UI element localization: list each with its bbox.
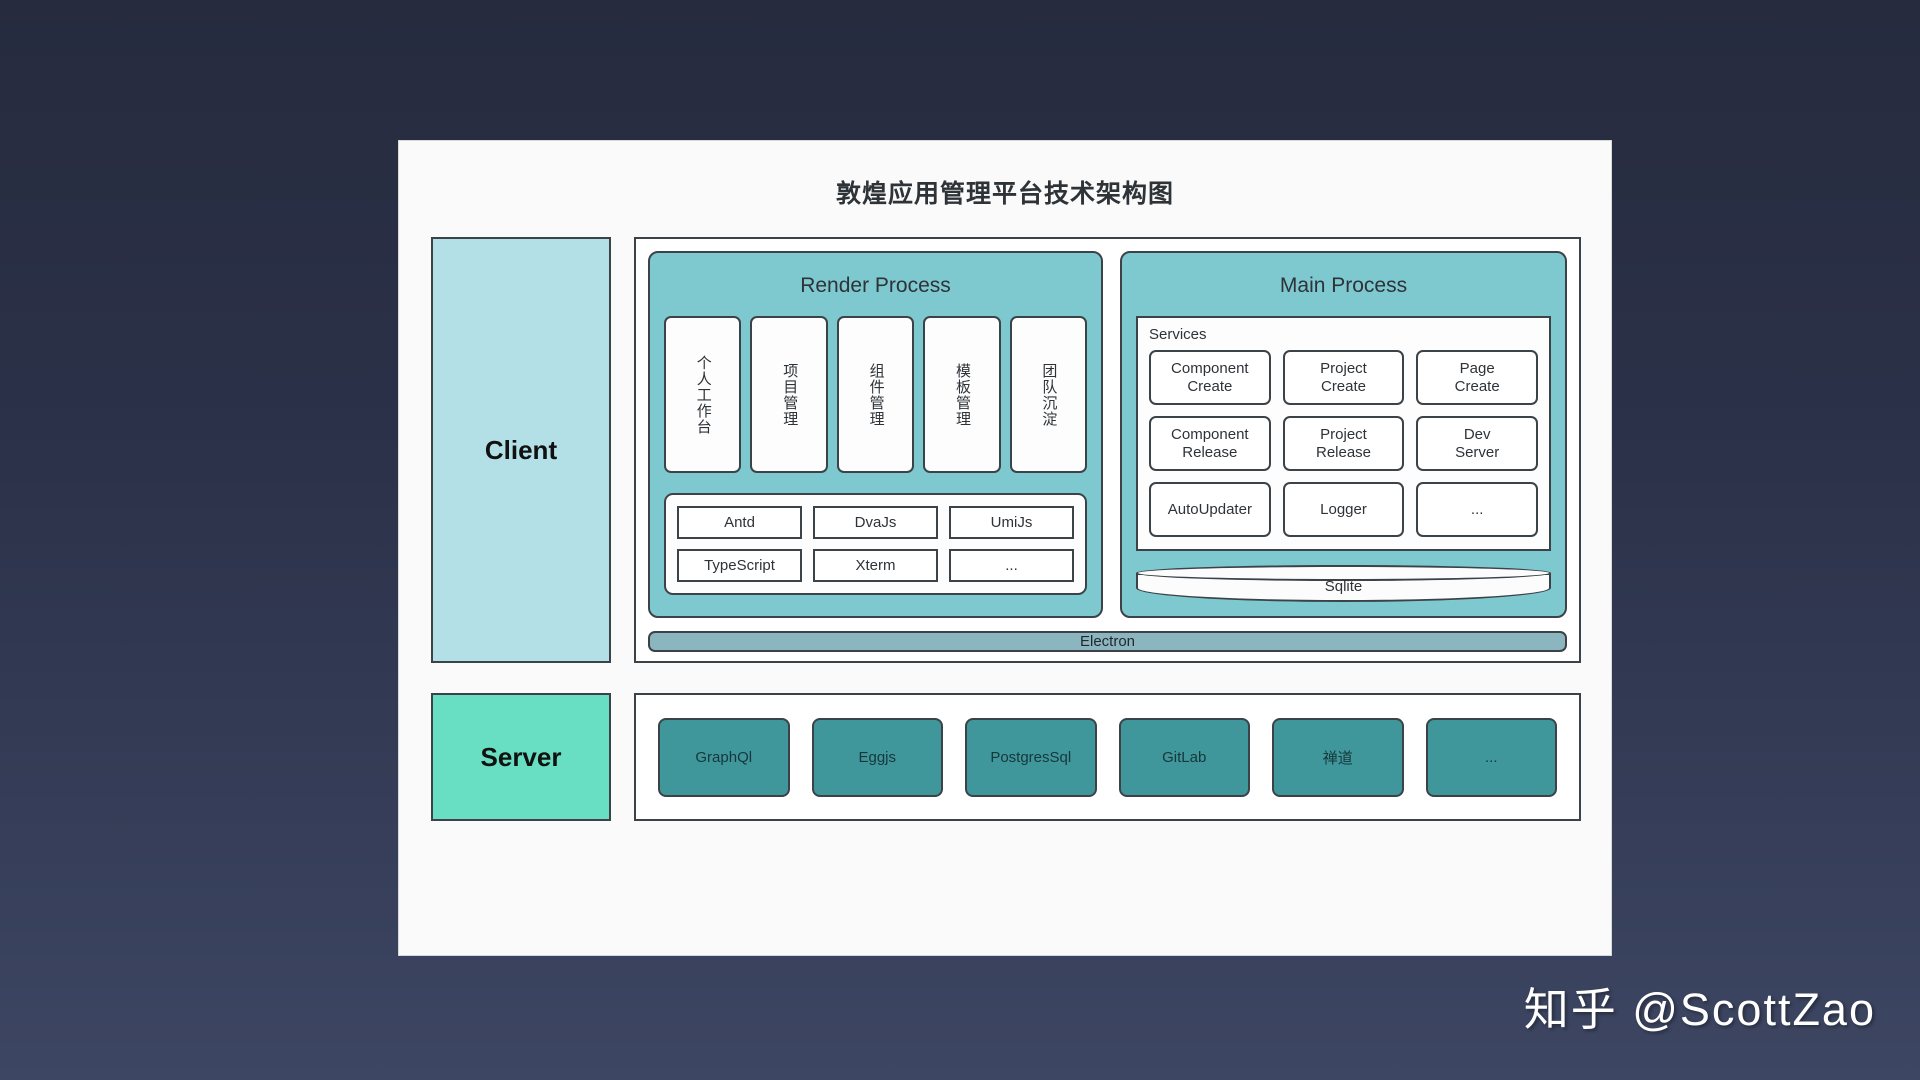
render-module-label: 组件管理 <box>867 362 885 427</box>
server-tech-tile[interactable]: ... <box>1425 717 1557 797</box>
diagram-card: 敦煌应用管理平台技术架构图 Client Render Process 个人工作… <box>398 140 1612 956</box>
client-layer-badge: Client <box>431 237 611 663</box>
server-layer-content: GraphQl Eggjs PostgresSql GitLab 禅道 ... <box>634 693 1581 821</box>
service-item[interactable]: Logger <box>1282 482 1405 537</box>
render-module-label: 团队沉淀 <box>1040 362 1058 427</box>
tech-chip[interactable]: UmiJs <box>949 506 1074 539</box>
tech-chip[interactable]: TypeScript <box>677 549 802 582</box>
render-module-list: 个人工作台 项目管理 组件管理 模板管理 团队沉淀 <box>664 316 1088 473</box>
service-item[interactable]: Project Release <box>1282 416 1405 471</box>
service-item[interactable]: ... <box>1416 482 1539 537</box>
server-layer-row: Server GraphQl Eggjs PostgresSql GitLab … <box>431 693 1581 821</box>
tech-chip[interactable]: Xterm <box>813 549 938 582</box>
service-item[interactable]: Page Create <box>1416 350 1539 405</box>
tech-chip[interactable]: DvaJs <box>813 506 938 539</box>
services-row: Component Release Project Release Dev Serve… <box>1149 416 1539 471</box>
services-group: Services Component Create Project Create P… <box>1136 316 1551 551</box>
render-process-panel: Render Process 个人工作台 项目管理 组件管理 模板管理 团队沉淀… <box>648 251 1103 618</box>
server-tech-tile[interactable]: PostgresSql <box>965 717 1097 797</box>
render-module-item[interactable]: 项目管理 <box>750 316 828 473</box>
client-layer-row: Client Render Process 个人工作台 项目管理 组件管理 模板… <box>431 237 1581 663</box>
database-label: Sqlite <box>1324 578 1363 595</box>
client-layer-label: Client <box>484 434 558 465</box>
server-tech-tile[interactable]: GitLab <box>1118 717 1250 797</box>
server-tech-tile[interactable]: GraphQl <box>658 717 790 797</box>
service-item[interactable]: Project Create <box>1282 350 1405 405</box>
render-module-item[interactable]: 团队沉淀 <box>1009 316 1088 473</box>
client-layer-content: Render Process 个人工作台 项目管理 组件管理 模板管理 团队沉淀… <box>634 237 1581 663</box>
watermark: 知乎 @ScottZao <box>1523 984 1876 1035</box>
render-process-title: Render Process <box>800 274 951 297</box>
server-tech-tile[interactable]: 禅道 <box>1272 717 1404 797</box>
services-row: AutoUpdater Logger ... <box>1149 482 1539 537</box>
render-module-item[interactable]: 模板管理 <box>923 316 1001 473</box>
services-group-label: Services <box>1149 326 1207 343</box>
tech-chip[interactable]: Antd <box>677 506 802 539</box>
render-module-label: 项目管理 <box>781 362 799 427</box>
render-module-label: 个人工作台 <box>694 354 712 435</box>
process-row: Render Process 个人工作台 项目管理 组件管理 模板管理 团队沉淀… <box>648 251 1567 618</box>
server-layer-badge: Server <box>431 693 611 821</box>
render-module-item[interactable]: 个人工作台 <box>664 316 742 473</box>
services-row: Component Create Project Create Page Create <box>1149 350 1539 405</box>
service-item[interactable]: Component Create <box>1149 350 1271 405</box>
tech-stack-row: TypeScript Xterm ... <box>677 549 1074 582</box>
service-item[interactable]: Dev Server <box>1416 416 1539 471</box>
render-module-item[interactable]: 组件管理 <box>836 316 915 473</box>
platform-label: Electron <box>1079 633 1136 650</box>
server-tech-tile[interactable]: Eggjs <box>811 717 943 797</box>
server-layer-label: Server <box>480 741 562 772</box>
render-module-label: 模板管理 <box>954 362 972 427</box>
service-item[interactable]: Component Release <box>1149 416 1271 471</box>
page-title: 敦煌应用管理平台技术架构图 <box>835 180 1174 208</box>
main-process-title: Main Process <box>1279 274 1408 297</box>
tech-chip[interactable]: ... <box>949 549 1074 582</box>
main-process-panel: Main Process Services Component Create Pr… <box>1120 251 1567 618</box>
service-item[interactable]: AutoUpdater <box>1149 482 1271 537</box>
platform-bar: Electron <box>648 631 1567 652</box>
database-cylinder-icon: Sqlite <box>1136 565 1551 602</box>
tech-stack-row: Antd DvaJs UmiJs <box>677 506 1074 539</box>
render-tech-stack: Antd DvaJs UmiJs TypeScript Xterm ... <box>664 493 1087 595</box>
